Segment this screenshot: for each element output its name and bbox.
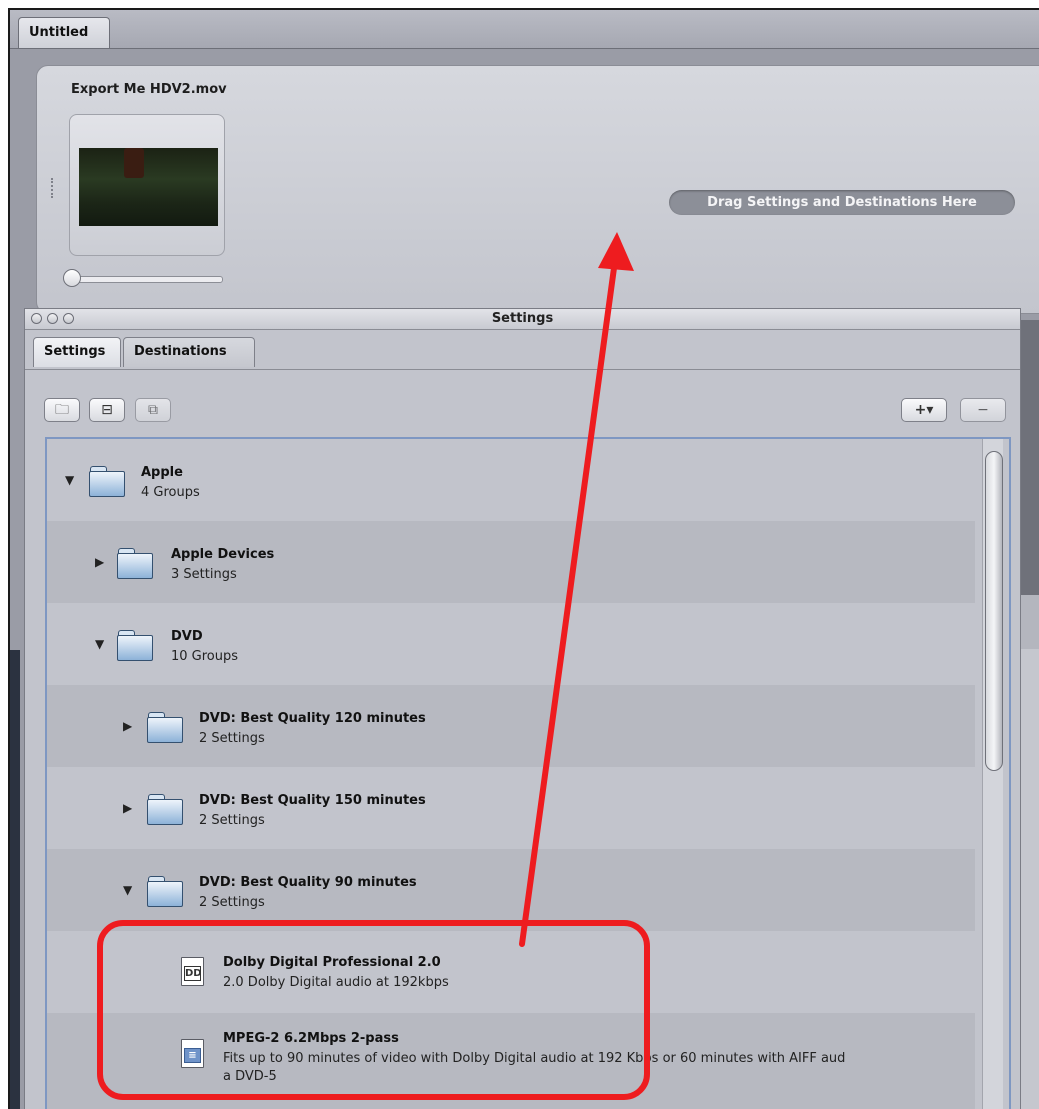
- video-thumbnail-frame[interactable]: [69, 114, 225, 256]
- item-title: DVD: [171, 629, 203, 644]
- scrollbar-thumb[interactable]: [985, 451, 1003, 771]
- settings-tab-bar: Settings Destinations: [25, 331, 1020, 370]
- source-file-name: Export Me HDV2.mov: [71, 82, 227, 97]
- new-folder-icon: 🗀: [55, 402, 69, 418]
- document-tab-strip: Untitled: [10, 10, 1039, 49]
- zoom-window-icon[interactable]: [63, 313, 74, 324]
- disclosure-expanded-icon[interactable]: ▼: [95, 637, 104, 651]
- item-subtitle: 2 Settings: [199, 731, 265, 746]
- duplicate-button[interactable]: ⧉: [135, 398, 171, 422]
- item-subtitle: 10 Groups: [171, 649, 239, 664]
- annotation-highlight-box: [97, 920, 650, 1100]
- item-subtitle: 3 Settings: [171, 567, 237, 582]
- item-subtitle: 2 Settings: [199, 895, 265, 910]
- settings-window-title: Settings: [491, 311, 554, 326]
- drag-grip-icon[interactable]: [51, 178, 59, 198]
- video-thumbnail: [79, 148, 218, 226]
- disclosure-expanded-icon[interactable]: ▼: [123, 883, 132, 897]
- item-subtitle: 4 Groups: [141, 485, 200, 500]
- preview-slider[interactable]: [69, 276, 223, 283]
- item-title: DVD: Best Quality 90 minutes: [199, 875, 417, 890]
- background-panel: [10, 650, 20, 1109]
- disclosure-collapsed-icon[interactable]: ▶: [95, 555, 104, 569]
- settings-titlebar[interactable]: Settings: [25, 309, 1020, 330]
- item-subtitle: 2 Settings: [199, 813, 265, 828]
- tab-settings[interactable]: Settings: [33, 337, 121, 367]
- folder-icon: [147, 794, 183, 825]
- tab-untitled[interactable]: Untitled: [18, 17, 110, 48]
- list-item[interactable]: ▶ DVD: Best Quality 150 minutes 2 Settin…: [47, 767, 975, 849]
- list-item[interactable]: ▶ DVD: Best Quality 120 minutes 2 Settin…: [47, 685, 975, 767]
- remove-setting-button[interactable]: −: [960, 398, 1006, 422]
- tab-destinations[interactable]: Destinations: [123, 337, 255, 367]
- duplicate-icon: ⧉: [148, 402, 158, 418]
- item-title: Apple Devices: [171, 547, 275, 562]
- batch-job-area[interactable]: Export Me HDV2.mov Drag Settings and Des…: [36, 65, 1039, 314]
- list-scrollbar[interactable]: [982, 439, 1003, 1109]
- item-title: Apple: [141, 465, 183, 480]
- disclosure-expanded-icon[interactable]: ▼: [65, 473, 74, 487]
- import-icon: ⊟: [101, 402, 113, 418]
- new-group-button[interactable]: 🗀: [44, 398, 80, 422]
- list-item[interactable]: ▼ DVD: Best Quality 90 minutes 2 Setting…: [47, 849, 975, 931]
- folder-icon: [117, 548, 153, 579]
- item-title: DVD: Best Quality 120 minutes: [199, 711, 426, 726]
- item-title: DVD: Best Quality 150 minutes: [199, 793, 426, 808]
- folder-icon: [147, 712, 183, 743]
- add-setting-button[interactable]: +▾: [901, 398, 947, 422]
- folder-icon: [89, 466, 125, 497]
- disclosure-collapsed-icon[interactable]: ▶: [123, 801, 132, 815]
- disclosure-collapsed-icon[interactable]: ▶: [123, 719, 132, 733]
- folder-icon: [117, 630, 153, 661]
- minimize-window-icon[interactable]: [47, 313, 58, 324]
- close-window-icon[interactable]: [31, 313, 42, 324]
- import-button[interactable]: ⊟: [89, 398, 125, 422]
- list-item[interactable]: ▼ DVD 10 Groups: [47, 603, 975, 685]
- folder-icon: [147, 876, 183, 907]
- preview-slider-knob[interactable]: [63, 269, 81, 287]
- drop-target-hint[interactable]: Drag Settings and Destinations Here: [669, 190, 1015, 215]
- list-item[interactable]: ▼ Apple 4 Groups: [47, 439, 975, 521]
- list-item[interactable]: ▶ Apple Devices 3 Settings: [47, 521, 975, 603]
